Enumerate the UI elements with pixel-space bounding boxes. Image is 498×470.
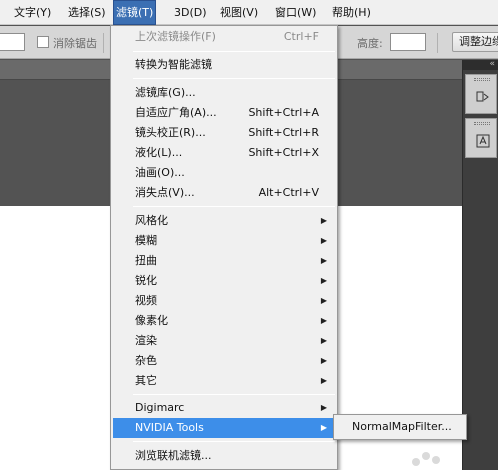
menu-item-nvidia-tools[interactable]: NVIDIA Tools ▶ [113, 418, 335, 438]
menu-window[interactable]: 窗口(W) [273, 0, 318, 25]
menu-item-shortcut: Alt+Ctrl+V [258, 186, 319, 199]
menu-bar: 文字(Y) 选择(S) 滤镜(T) 3D(D) 视图(V) 窗口(W) 帮助(H… [0, 0, 498, 25]
menu-item-render[interactable]: 渲染 ▶ [113, 331, 335, 351]
panel-dock: « [462, 59, 498, 470]
menu-item-label: 液化(L)... [135, 146, 183, 159]
menu-item-label: 视频 [135, 294, 157, 307]
menu-item-label: 上次滤镜操作(F) [135, 30, 216, 43]
menu-item-oil-paint[interactable]: 油画(O)... [113, 163, 335, 183]
menu-item-label: 像素化 [135, 314, 168, 327]
height-label: 高度: [357, 37, 383, 50]
submenu-arrow-icon: ▶ [320, 356, 327, 365]
history-panel-icon[interactable] [475, 89, 491, 105]
menu-item-noise[interactable]: 杂色 ▶ [113, 351, 335, 371]
menu-item-label: 镜头校正(R)... [135, 126, 206, 139]
menu-item-label: 渲染 [135, 334, 157, 347]
menu-item-other[interactable]: 其它 ▶ [113, 371, 335, 391]
menu-item-filter-gallery[interactable]: 滤镜库(G)... [113, 83, 335, 103]
menu-item-liquify[interactable]: 液化(L)... Shift+Ctrl+X [113, 143, 335, 163]
menu-item-label: NormalMapFilter... [352, 420, 452, 433]
menu-item-label: Digimarc [135, 401, 185, 414]
submenu-arrow-icon: ▶ [320, 376, 327, 385]
panel-group [465, 74, 497, 114]
menu-item-label: 消失点(V)... [135, 186, 195, 199]
menu-separator [133, 206, 335, 207]
antialias-checkbox[interactable] [37, 36, 49, 48]
menu-item-label: 模糊 [135, 234, 157, 247]
menu-item-label: 风格化 [135, 214, 168, 227]
menu-item-label: 其它 [135, 374, 157, 387]
menu-item-sharpen[interactable]: 锐化 ▶ [113, 271, 335, 291]
menu-item-shortcut: Shift+Ctrl+X [248, 146, 319, 159]
panel-dock-header: « [463, 59, 498, 70]
submenu-arrow-icon: ▶ [320, 276, 327, 285]
character-panel-icon[interactable] [475, 133, 491, 149]
menu-separator [133, 51, 335, 52]
menu-item-browse-online-filters[interactable]: 浏览联机滤镜... [113, 446, 335, 466]
watermark-paw-icon [408, 444, 448, 470]
menu-select[interactable]: 选择(S) [66, 0, 108, 25]
menu-item-convert-smart-filter[interactable]: 转换为智能滤镜 [113, 55, 335, 75]
submenu-arrow-icon: ▶ [320, 336, 327, 345]
nvidia-tools-submenu: NormalMapFilter... [333, 414, 467, 440]
menu-item-label: 锐化 [135, 274, 157, 287]
options-divider [103, 33, 104, 53]
options-divider [437, 33, 438, 53]
menu-type[interactable]: 文字(Y) [12, 0, 53, 25]
menu-item-label: 浏览联机滤镜... [135, 449, 212, 462]
menu-item-distort[interactable]: 扭曲 ▶ [113, 251, 335, 271]
submenu-arrow-icon: ▶ [320, 316, 327, 325]
submenu-arrow-icon: ▶ [320, 403, 327, 412]
menu-item-lens-correction[interactable]: 镜头校正(R)... Shift+Ctrl+R [113, 123, 335, 143]
menu-item-label: 滤镜库(G)... [135, 86, 196, 99]
menu-help[interactable]: 帮助(H) [330, 0, 373, 25]
adjust-edge-button[interactable]: 调整边缘 [452, 32, 498, 52]
menu-separator [133, 394, 335, 395]
menu-item-label: 转换为智能滤镜 [135, 58, 212, 71]
menu-item-label: 杂色 [135, 354, 157, 367]
antialias-label: 消除锯齿 [53, 37, 97, 50]
menu-item-blur[interactable]: 模糊 ▶ [113, 231, 335, 251]
menu-item-normal-map-filter[interactable]: NormalMapFilter... [336, 417, 464, 437]
menu-item-label: NVIDIA Tools [135, 421, 204, 434]
menu-item-adaptive-wide-angle[interactable]: 自适应广角(A)... Shift+Ctrl+A [113, 103, 335, 123]
menu-item-label: 油画(O)... [135, 166, 185, 179]
menu-item-label: 扭曲 [135, 254, 157, 267]
menu-separator [133, 441, 335, 442]
collapse-arrows-icon[interactable]: « [489, 59, 495, 69]
menu-view[interactable]: 视图(V) [218, 0, 260, 25]
height-input[interactable] [390, 33, 426, 51]
panel-group [465, 118, 497, 158]
filter-menu: 上次滤镜操作(F) Ctrl+F 转换为智能滤镜 滤镜库(G)... 自适应广角… [110, 25, 338, 470]
menu-item-last-filter[interactable]: 上次滤镜操作(F) Ctrl+F [113, 27, 335, 47]
menu-item-stylize[interactable]: 风格化 ▶ [113, 211, 335, 231]
menu-item-shortcut: Shift+Ctrl+A [248, 106, 319, 119]
menu-item-label: 自适应广角(A)... [135, 106, 217, 119]
submenu-arrow-icon: ▶ [320, 423, 327, 432]
menu-item-shortcut: Ctrl+F [283, 30, 319, 43]
submenu-arrow-icon: ▶ [320, 296, 327, 305]
submenu-arrow-icon: ▶ [320, 256, 327, 265]
drag-grip-icon[interactable] [474, 78, 490, 81]
menu-item-vanishing-point[interactable]: 消失点(V)... Alt+Ctrl+V [113, 183, 335, 203]
menu-3d[interactable]: 3D(D) [172, 0, 209, 25]
submenu-arrow-icon: ▶ [320, 216, 327, 225]
menu-separator [133, 78, 335, 79]
feather-input[interactable] [0, 33, 25, 51]
submenu-arrow-icon: ▶ [320, 236, 327, 245]
menu-item-video[interactable]: 视频 ▶ [113, 291, 335, 311]
menu-filter[interactable]: 滤镜(T) [113, 0, 157, 25]
menu-item-pixelate[interactable]: 像素化 ▶ [113, 311, 335, 331]
menu-item-shortcut: Shift+Ctrl+R [248, 126, 319, 139]
drag-grip-icon[interactable] [474, 122, 490, 125]
menu-item-digimarc[interactable]: Digimarc ▶ [113, 398, 335, 418]
